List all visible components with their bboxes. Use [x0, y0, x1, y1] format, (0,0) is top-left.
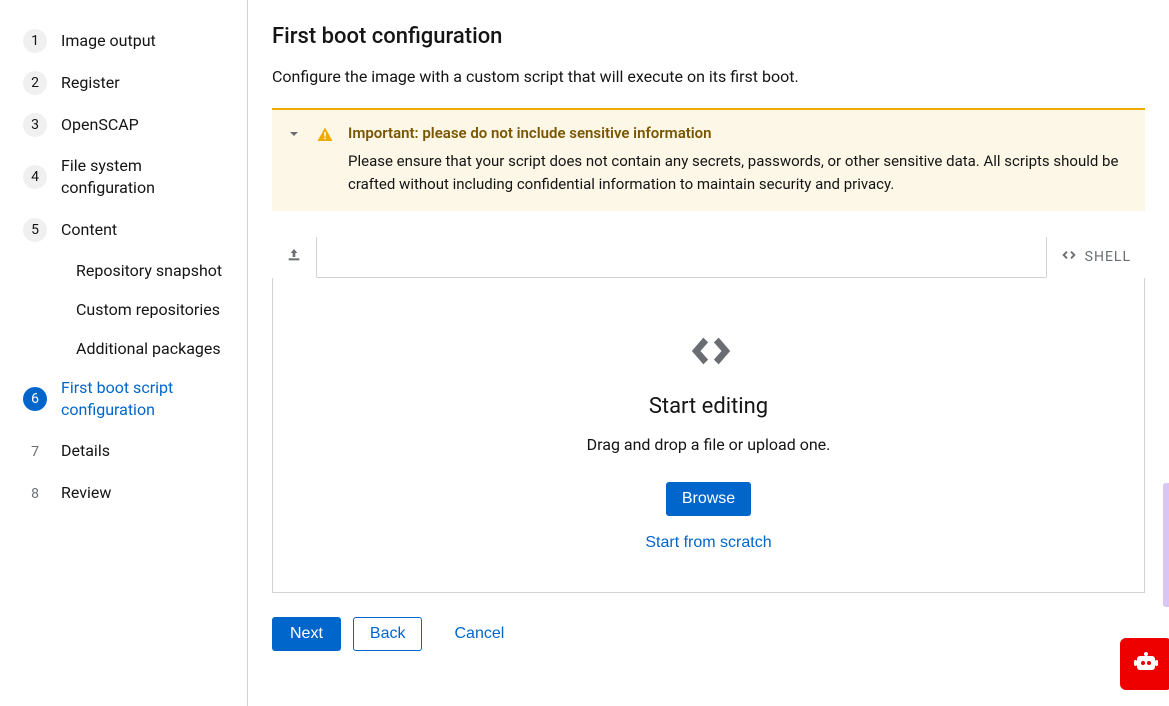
side-drawer-handle[interactable] — [1163, 483, 1169, 607]
sidebar-item-image-output[interactable]: 1 Image output — [0, 20, 247, 62]
sidebar-item-label: First boot script configuration — [61, 377, 231, 422]
sidebar-item-content[interactable]: 5 Content — [0, 209, 247, 251]
code-editor[interactable]: Start editing Drag and drop a file or up… — [272, 278, 1145, 593]
sidebar-item-label: Review — [61, 482, 111, 504]
step-number: 3 — [23, 113, 47, 137]
sidebar-sub-additional-pkgs[interactable]: Additional packages — [0, 329, 247, 368]
step-number: 5 — [23, 218, 47, 242]
step-number: 6 — [23, 387, 47, 411]
sidebar-item-filesystem[interactable]: 4 File system configuration — [0, 146, 247, 209]
sidebar-sub-repo-snapshot[interactable]: Repository snapshot — [0, 251, 247, 290]
sidebar-item-label: Details — [61, 440, 110, 462]
shell-label: SHELL — [1085, 249, 1131, 265]
code-icon — [1061, 247, 1077, 267]
sidebar-item-label: Image output — [61, 30, 156, 52]
sidebar-item-register[interactable]: 2 Register — [0, 62, 247, 104]
code-icon — [685, 328, 733, 376]
robot-icon — [1130, 646, 1162, 682]
wizard-footer: Next Back Cancel — [272, 617, 1145, 651]
sidebar-item-label: File system configuration — [61, 155, 231, 200]
step-number: 8 — [23, 482, 47, 506]
sidebar-item-openscap[interactable]: 3 OpenSCAP — [0, 104, 247, 146]
page-title: First boot configuration — [272, 24, 1145, 49]
start-from-scratch-button[interactable]: Start from scratch — [645, 534, 771, 552]
chevron-down-icon[interactable] — [288, 124, 302, 143]
shell-tab[interactable]: SHELL — [1046, 237, 1145, 278]
back-button[interactable]: Back — [353, 617, 423, 651]
sidebar-sub-custom-repos[interactable]: Custom repositories — [0, 290, 247, 329]
alert-title: Important: please do not include sensiti… — [348, 124, 1129, 142]
editor-title: Start editing — [293, 394, 1124, 419]
warning-alert: Important: please do not include sensiti… — [272, 108, 1145, 211]
wizard-sidebar: 1 Image output 2 Register 3 OpenSCAP 4 F… — [0, 0, 248, 706]
editor-subtitle: Drag and drop a file or upload one. — [293, 435, 1124, 454]
sidebar-item-review[interactable]: 8 Review — [0, 473, 247, 515]
alert-text: Please ensure that your script does not … — [348, 150, 1129, 195]
warning-icon — [316, 124, 334, 148]
next-button[interactable]: Next — [272, 617, 341, 651]
chat-assistant-button[interactable] — [1120, 638, 1169, 690]
sidebar-item-label: Content — [61, 219, 117, 241]
cancel-button[interactable]: Cancel — [442, 617, 516, 651]
step-number: 2 — [23, 71, 47, 95]
sidebar-item-label: OpenSCAP — [61, 114, 139, 136]
step-number: 7 — [23, 440, 47, 464]
page-description: Configure the image with a custom script… — [272, 67, 1145, 86]
sidebar-item-label: Register — [61, 72, 120, 94]
step-number: 4 — [23, 165, 47, 189]
browse-button[interactable]: Browse — [666, 482, 751, 516]
upload-button[interactable] — [272, 237, 317, 278]
step-number: 1 — [23, 29, 47, 53]
sidebar-item-first-boot[interactable]: 6 First boot script configuration — [0, 368, 247, 431]
sidebar-item-details[interactable]: 7 Details — [0, 431, 247, 473]
upload-icon — [286, 247, 302, 267]
main-content: First boot configuration Configure the i… — [248, 0, 1169, 706]
